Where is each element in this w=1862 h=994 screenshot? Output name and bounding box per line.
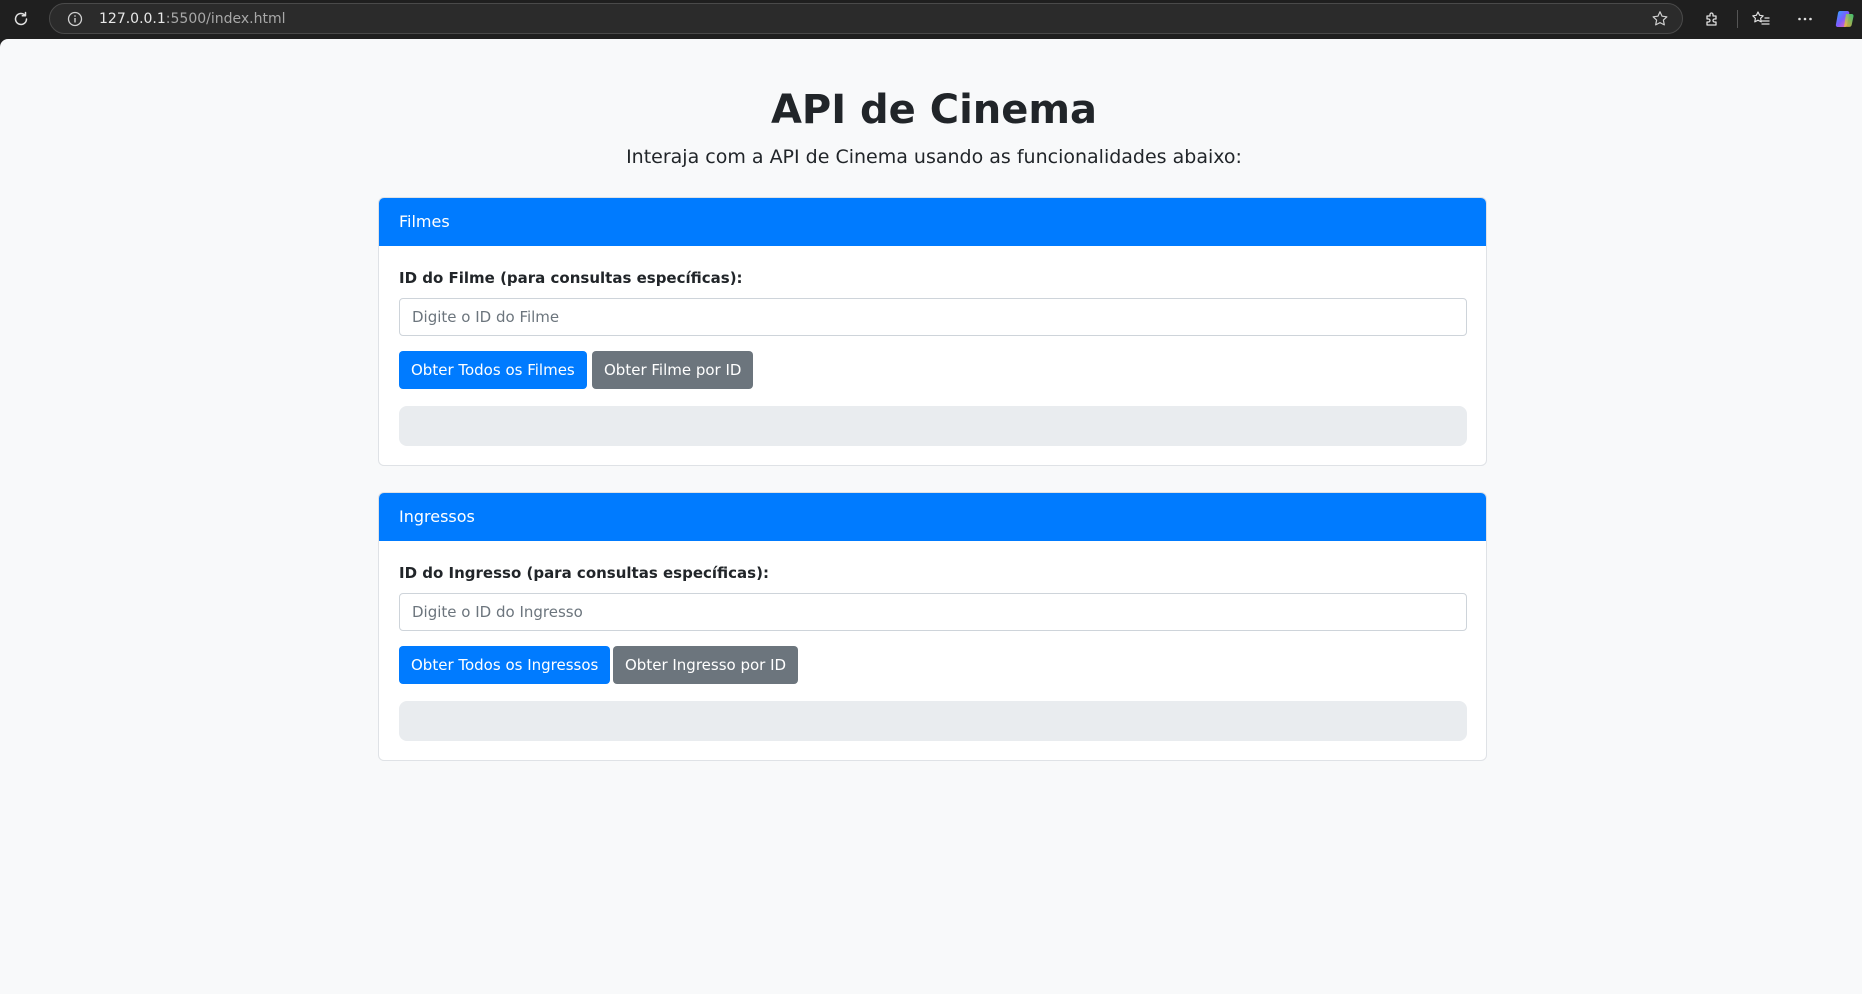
star-icon[interactable] [1650, 9, 1670, 29]
ingresso-id-input[interactable] [399, 593, 1467, 631]
browser-toolbar: 127.0.0.1:5500/index.html [0, 0, 1862, 38]
ingressos-card-body: ID do Ingresso (para consultas específic… [379, 541, 1486, 760]
page-viewport: API de Cinema Interaja com a API de Cine… [0, 39, 1862, 994]
filmes-card-body: ID do Filme (para consultas específicas)… [379, 246, 1486, 465]
ingressos-card: Ingressos ID do Ingresso (para consultas… [378, 492, 1487, 761]
filme-id-input[interactable] [399, 298, 1467, 336]
get-all-ingressos-button[interactable]: Obter Todos os Ingressos [399, 646, 611, 684]
page-lead: Interaja com a API de Cinema usando as f… [626, 146, 1242, 168]
filmes-card-header: Filmes [379, 198, 1486, 246]
url-text[interactable]: 127.0.0.1:5500/index.html [99, 11, 286, 27]
filmes-card: Filmes ID do Filme (para consultas espec… [378, 197, 1487, 466]
info-icon[interactable] [66, 10, 84, 28]
toolbar-divider [1737, 10, 1738, 28]
copilot-icon[interactable] [1834, 8, 1856, 30]
more-icon[interactable] [1794, 8, 1816, 30]
filme-id-label: ID do Filme (para consultas específicas)… [399, 269, 743, 287]
filmes-result-box [399, 406, 1467, 446]
get-all-filmes-button[interactable]: Obter Todos os Filmes [399, 351, 587, 389]
page-title: API de Cinema [770, 87, 1098, 133]
address-bar[interactable]: 127.0.0.1:5500/index.html [49, 3, 1683, 34]
favorites-list-icon[interactable] [1750, 8, 1772, 30]
reload-icon[interactable] [10, 8, 32, 30]
url-path: :5500/index.html [165, 11, 286, 27]
get-filme-by-id-button[interactable]: Obter Filme por ID [592, 351, 754, 389]
get-ingresso-by-id-button[interactable]: Obter Ingresso por ID [613, 646, 799, 684]
url-host: 127.0.0.1 [99, 11, 166, 27]
extensions-icon[interactable] [1701, 8, 1723, 30]
ingressos-result-box [399, 701, 1467, 741]
ingresso-id-label: ID do Ingresso (para consultas específic… [399, 564, 769, 582]
ingressos-card-header: Ingressos [379, 493, 1486, 541]
